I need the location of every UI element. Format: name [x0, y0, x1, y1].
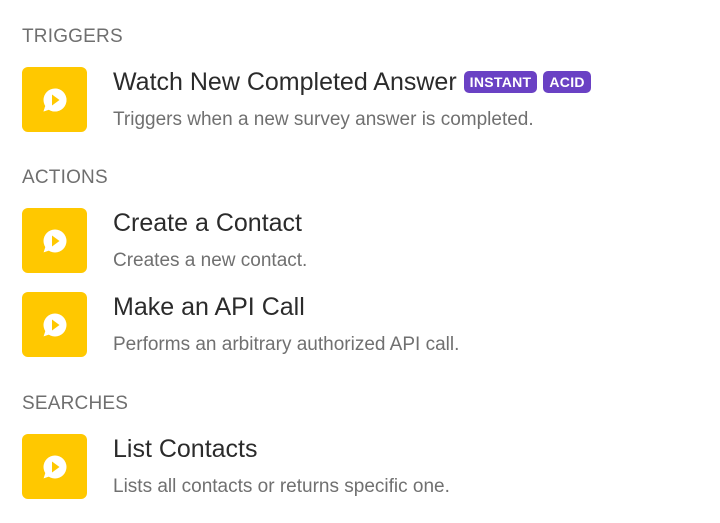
section-heading-triggers: TRIGGERS — [22, 26, 123, 47]
survey-app-icon — [22, 434, 87, 499]
module-description: Triggers when a new survey answer is com… — [113, 109, 534, 130]
module-title: Watch New Completed Answer INSTANT ACID — [113, 67, 591, 97]
module-title-text: List Contacts — [113, 435, 258, 463]
section-heading-actions: ACTIONS — [22, 167, 108, 188]
module-description: Performs an arbitrary authorized API cal… — [113, 334, 460, 355]
module-make-an-api-call[interactable]: Make an API Call Performs an arbitrary a… — [22, 292, 702, 358]
acid-badge: ACID — [543, 71, 591, 93]
module-create-a-contact[interactable]: Create a Contact Creates a new contact. — [22, 208, 702, 274]
instant-badge: INSTANT — [463, 71, 538, 93]
survey-app-icon — [22, 67, 87, 132]
module-description: Lists all contacts or returns specific o… — [113, 476, 450, 497]
section-heading-searches: SEARCHES — [22, 393, 129, 414]
module-title-text: Create a Contact — [113, 209, 302, 237]
module-title: List Contacts — [113, 434, 258, 464]
module-title: Create a Contact — [113, 208, 302, 238]
module-title: Make an API Call — [113, 292, 305, 322]
module-watch-new-completed-answer[interactable]: Watch New Completed Answer INSTANT ACID … — [22, 67, 702, 133]
module-title-text: Make an API Call — [113, 293, 305, 321]
module-description: Creates a new contact. — [113, 250, 308, 271]
survey-app-icon — [22, 292, 87, 357]
module-title-text: Watch New Completed Answer — [113, 68, 457, 96]
module-picker: TRIGGERS Watch New Completed Answer INST… — [0, 0, 720, 523]
survey-app-icon — [22, 208, 87, 273]
module-list-contacts[interactable]: List Contacts Lists all contacts or retu… — [22, 434, 702, 500]
